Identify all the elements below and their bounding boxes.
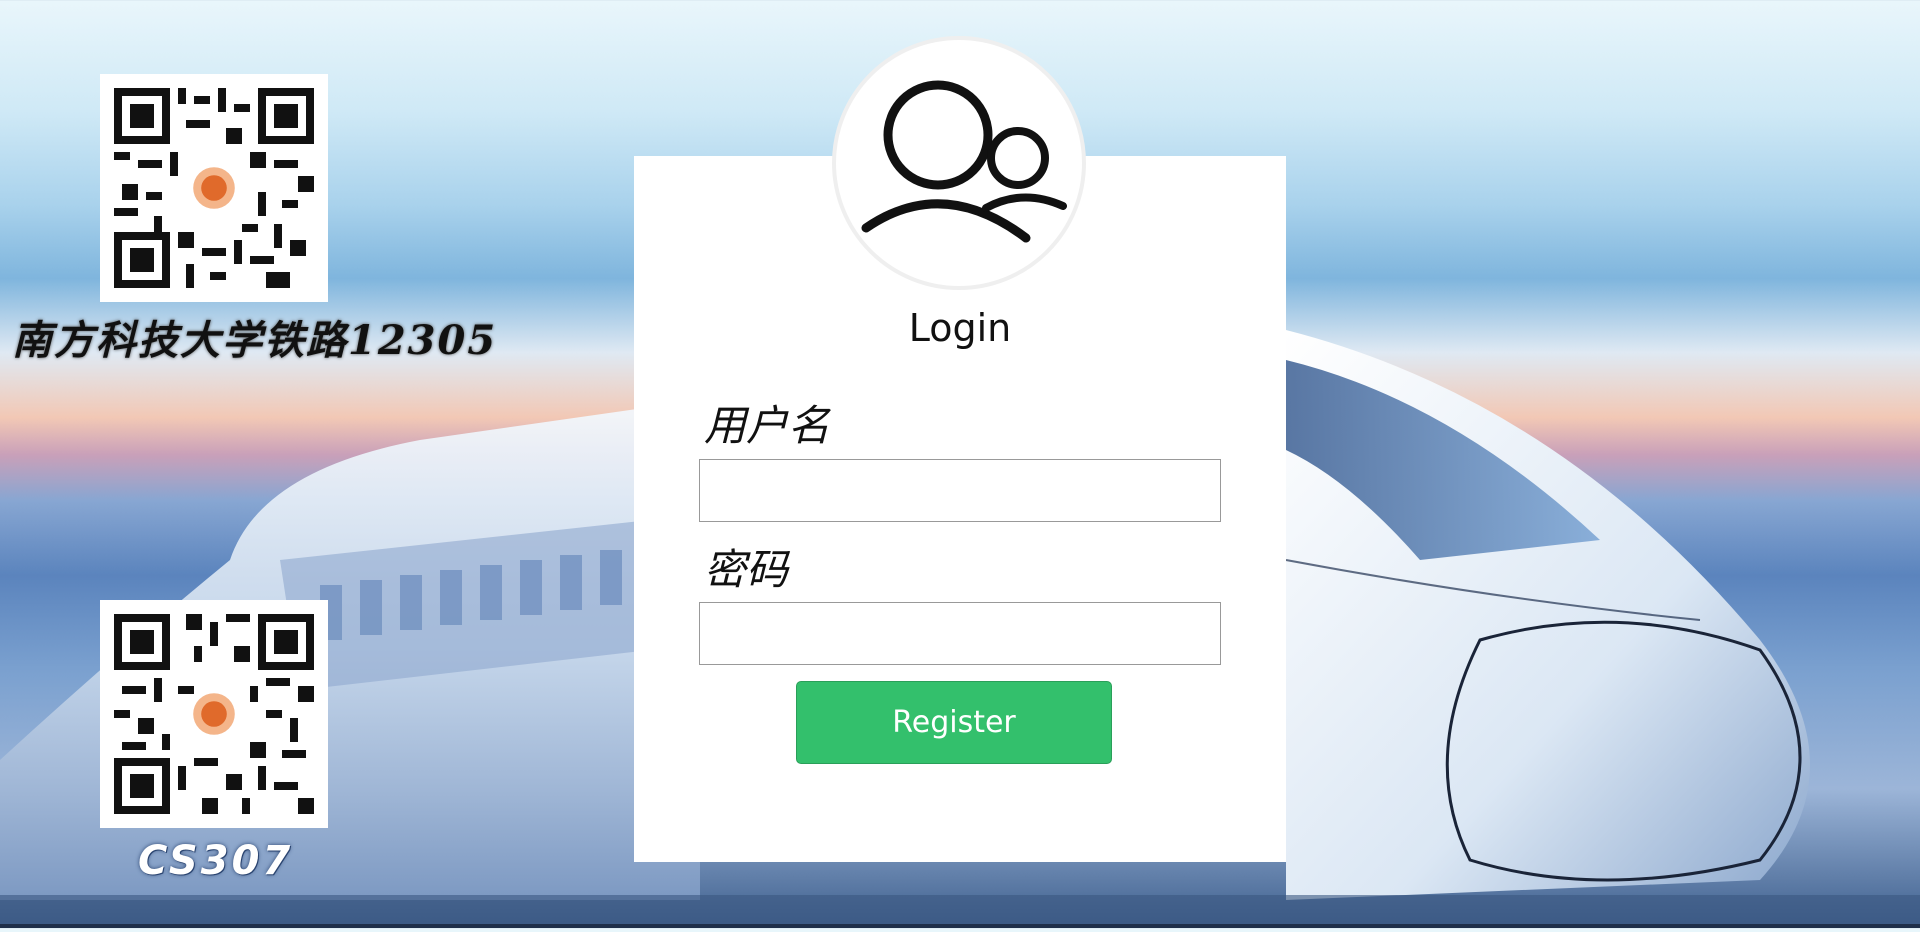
password-label: 密码 bbox=[704, 545, 789, 594]
qr-code-icon bbox=[114, 614, 314, 814]
qr-code-icon bbox=[114, 88, 314, 288]
qr-code-bottom bbox=[100, 600, 328, 828]
login-title: Login bbox=[908, 306, 1012, 350]
avatar bbox=[832, 36, 1086, 290]
username-input[interactable] bbox=[699, 459, 1221, 522]
brand-title: 南方科技大学铁路12305 bbox=[12, 317, 498, 364]
bottom-edge bbox=[0, 924, 1920, 928]
username-label: 用户名 bbox=[704, 401, 831, 450]
register-button[interactable]: Register bbox=[796, 681, 1112, 764]
password-input[interactable] bbox=[699, 602, 1221, 665]
users-icon bbox=[861, 80, 1067, 243]
qr-code-top bbox=[100, 74, 328, 302]
course-code: CS307 bbox=[138, 838, 294, 884]
